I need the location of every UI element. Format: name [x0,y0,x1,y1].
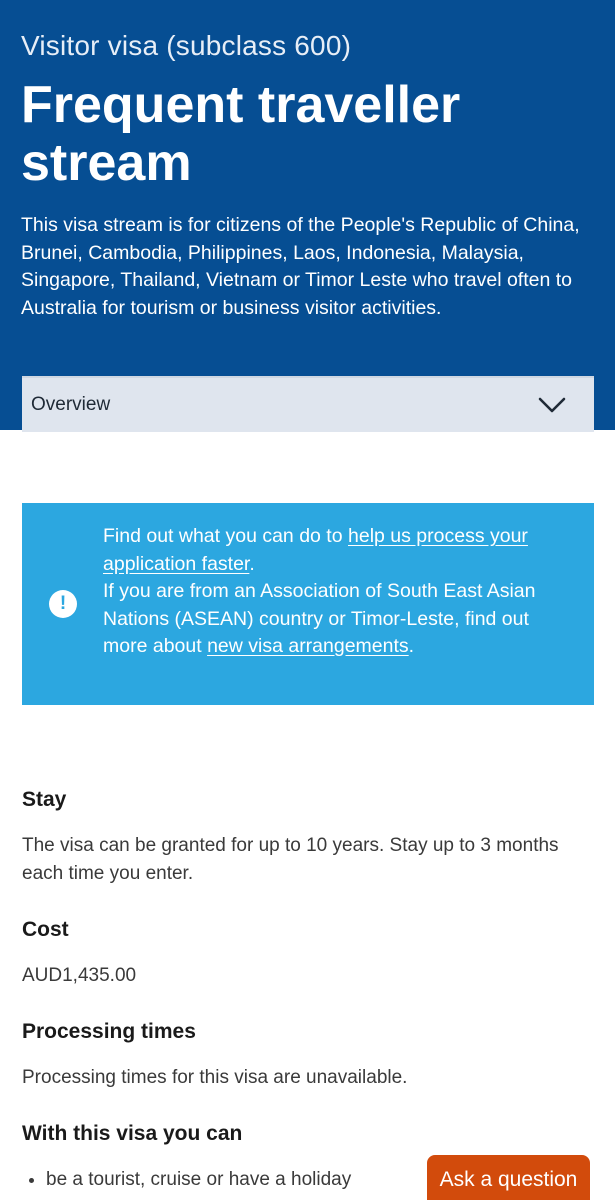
visa-subclass-subtitle: Visitor visa (subclass 600) [21,30,352,61]
processing-times-text: Processing times for this visa are unava… [22,1067,408,1088]
page-title: Frequent traveller stream [21,76,461,192]
exclamation-icon: ! [49,590,77,618]
notice-line1-prefix: Find out what you can do to [103,525,348,547]
notice-text: Find out what you can do to help us proc… [103,523,543,661]
stream-description: This visa stream is for citizens of the … [21,214,580,319]
notice-line2-suffix: . [408,635,415,657]
notice-line1-suffix: . [249,552,255,575]
processing-times-heading: Processing times [22,1020,196,1043]
cost-value: AUD1,435.00 [22,965,137,986]
chevron-down-icon [538,397,566,413]
page-hero: Visitor visa (subclass 600) Frequent tra… [0,0,615,430]
ask-question-button[interactable]: Ask a question [427,1155,590,1200]
stay-heading: Stay [22,788,67,811]
info-notice: ! Find out what you can do to help us pr… [22,503,594,705]
cost-heading: Cost [22,918,69,941]
abilities-heading: With this visa you can [22,1122,243,1145]
stay-text: The visa can be granted for up to 10 yea… [22,835,559,884]
dropdown-selected-label: Overview [31,394,111,415]
visa-overview-content: Stay The visa can be granted for up to 1… [22,788,597,1194]
new-visa-arrangements-link[interactable]: new visa arrangements [207,635,409,657]
overview-dropdown[interactable]: Overview [22,376,594,432]
